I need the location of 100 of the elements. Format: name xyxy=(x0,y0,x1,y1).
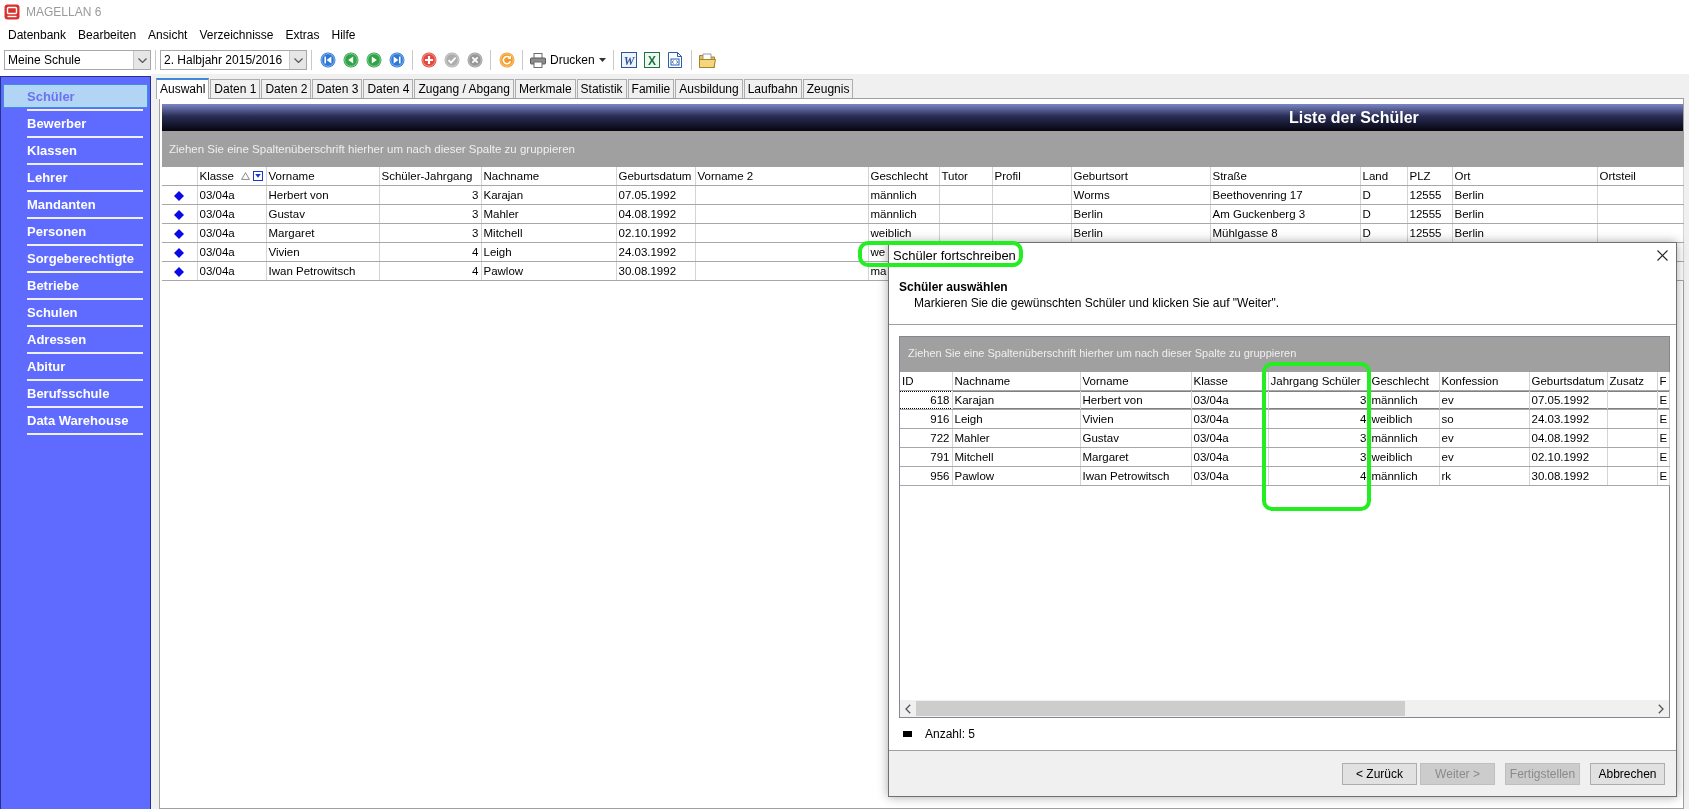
tab[interactable]: Daten 3 xyxy=(312,79,363,98)
tab[interactable]: Zugang / Abgang xyxy=(414,79,514,98)
column-header[interactable]: Schüler-Jahrgang xyxy=(381,167,473,185)
menu-item[interactable]: Datenbank xyxy=(2,25,73,45)
table-cell: ev xyxy=(1441,394,1454,406)
tab[interactable]: Zeugnis xyxy=(802,79,854,98)
web-document-icon[interactable] xyxy=(668,52,683,68)
table-cell: 3 xyxy=(472,227,479,239)
table-cell: Pawlow xyxy=(954,470,995,482)
tab[interactable]: Merkmale xyxy=(514,79,576,98)
column-header[interactable]: ID xyxy=(902,375,914,387)
scroll-left-icon[interactable] xyxy=(905,703,911,714)
table-cell: Pawlow xyxy=(483,265,524,277)
menu-item[interactable]: Bearbeiten xyxy=(72,25,143,45)
table-cell: Berlin xyxy=(1454,189,1484,201)
table-cell: ma xyxy=(870,265,887,277)
table-row[interactable]: 618 Karajan Herbert von 03/04a 3 männlich ev 07.05.1992 E xyxy=(900,390,1669,410)
tab[interactable]: Daten 2 xyxy=(261,79,312,98)
column-header[interactable]: Nachname xyxy=(954,375,1011,387)
sidebar-item[interactable]: Bewerber xyxy=(3,111,148,135)
refresh-icon[interactable] xyxy=(498,52,515,68)
tab[interactable]: Daten 4 xyxy=(363,79,414,98)
x-spreadsheet-icon[interactable]: X xyxy=(644,52,661,68)
column-header[interactable]: Klasse xyxy=(199,167,235,185)
column-header[interactable]: Konfession xyxy=(1441,375,1499,387)
table-cell: männlich xyxy=(1371,432,1418,444)
menu-item[interactable]: Ansicht xyxy=(142,25,194,45)
column-header[interactable]: Land xyxy=(1362,167,1389,185)
menu-item[interactable]: Hilfe xyxy=(325,25,362,45)
sidebar-item[interactable]: Adressen xyxy=(3,327,148,351)
column-header[interactable]: PLZ xyxy=(1409,167,1431,185)
sidebar-item[interactable]: Klassen xyxy=(3,138,148,162)
print-button[interactable]: Drucken xyxy=(527,52,609,68)
next-icon[interactable] xyxy=(365,52,382,68)
table-cell: 12555 xyxy=(1409,227,1442,239)
sidebar-item[interactable]: Data Warehouse xyxy=(3,408,148,432)
diamond-icon xyxy=(174,209,185,220)
sidebar-item[interactable]: Betriebe xyxy=(3,273,148,297)
column-header[interactable]: Zusatz xyxy=(1609,375,1644,387)
sidebar-item[interactable]: Schulen xyxy=(3,300,148,324)
tab[interactable]: Daten 1 xyxy=(210,79,261,98)
sidebar-item[interactable]: Lehrer xyxy=(3,165,148,189)
menu-item[interactable]: Verzeichnisse xyxy=(193,25,280,45)
column-header[interactable]: Straße xyxy=(1212,167,1247,185)
table-cell: 03/04a xyxy=(199,265,235,277)
column-header[interactable]: Tutor xyxy=(941,167,968,185)
table-row[interactable]: 916 Leigh Vivien 03/04a 4 weiblich so 24.03.1992 E xyxy=(900,409,1669,429)
w-document-icon[interactable]: W xyxy=(621,52,638,68)
tab[interactable]: Auswahl xyxy=(156,78,210,99)
add-icon[interactable] xyxy=(420,52,437,68)
column-header[interactable]: Geburtsdatum xyxy=(618,167,692,185)
folder-icon[interactable] xyxy=(698,52,716,68)
skip-to-start-icon[interactable] xyxy=(319,52,336,68)
column-header[interactable]: Geburtsort xyxy=(1073,167,1128,185)
sidebar-item[interactable]: Abitur xyxy=(3,354,148,378)
scrollbar-thumb[interactable] xyxy=(916,701,1405,716)
table-row[interactable]: 956 Pawlow Iwan Petrowitsch 03/04a 4 männlich rk 30.08.1992 E xyxy=(900,466,1669,486)
table-cell: Gustav xyxy=(1082,432,1119,444)
column-header[interactable]: Jahrgang Schüler xyxy=(1270,375,1361,387)
column-header[interactable]: Klasse xyxy=(1193,375,1229,387)
previous-icon[interactable] xyxy=(342,52,359,68)
sidebar-item[interactable]: Berufsschule xyxy=(3,381,148,405)
sidebar-item[interactable]: Mandanten xyxy=(3,192,148,216)
column-header[interactable]: Geschlecht xyxy=(870,167,929,185)
tab[interactable]: Laufbahn xyxy=(743,79,802,98)
column-header[interactable]: Profil xyxy=(994,167,1021,185)
column-header[interactable]: Ortsteil xyxy=(1599,167,1636,185)
tab[interactable]: Familie xyxy=(627,79,675,98)
table-cell: 02.10.1992 xyxy=(618,227,677,239)
table-cell: weiblich xyxy=(1371,451,1413,463)
menu-item[interactable]: Extras xyxy=(279,25,326,45)
tab[interactable]: Ausbildung xyxy=(675,79,743,98)
column-header[interactable]: Vorname 2 xyxy=(697,167,754,185)
table-cell: Herbert von xyxy=(268,189,329,201)
filter-icon[interactable] xyxy=(252,171,263,181)
sidebar-item[interactable]: Sorgeberechtigte xyxy=(3,246,148,270)
table-row[interactable]: 791 Mitchell Margaret 03/04a 3 weiblich ev 02.10.1992 E xyxy=(900,447,1669,467)
diamond-icon xyxy=(174,190,185,201)
cancel-button[interactable]: Abbrechen xyxy=(1590,762,1665,785)
table-cell: 4 xyxy=(472,246,479,258)
column-header[interactable]: Nachname xyxy=(483,167,540,185)
column-header[interactable]: F xyxy=(1659,375,1667,387)
column-header[interactable]: Geburtsdatum xyxy=(1531,375,1605,387)
horizontal-scrollbar[interactable] xyxy=(900,700,1669,717)
tab[interactable]: Statistik xyxy=(576,79,627,98)
combo-box[interactable]: Meine Schule xyxy=(4,50,151,70)
record-count: Anzahl: 5 xyxy=(925,727,976,741)
table-cell: 03/04a xyxy=(199,189,235,201)
scroll-right-icon[interactable] xyxy=(1658,703,1664,714)
column-header[interactable]: Vorname xyxy=(1082,375,1129,387)
skip-to-end-icon[interactable] xyxy=(388,52,405,68)
column-header[interactable]: Vorname xyxy=(268,167,315,185)
combo-box[interactable]: 2. Halbjahr 2015/2016 xyxy=(160,50,307,70)
table-row[interactable]: 722 Mahler Gustav 03/04a 3 männlich ev 04.08.1992 E xyxy=(900,428,1669,448)
column-header[interactable]: Geschlecht xyxy=(1371,375,1430,387)
table-cell: 03/04a xyxy=(199,246,235,258)
column-header[interactable]: Ort xyxy=(1454,167,1471,185)
sidebar-item[interactable]: Personen xyxy=(3,219,148,243)
back-button[interactable]: < Zurück xyxy=(1342,762,1417,785)
close-icon[interactable] xyxy=(1657,249,1668,261)
